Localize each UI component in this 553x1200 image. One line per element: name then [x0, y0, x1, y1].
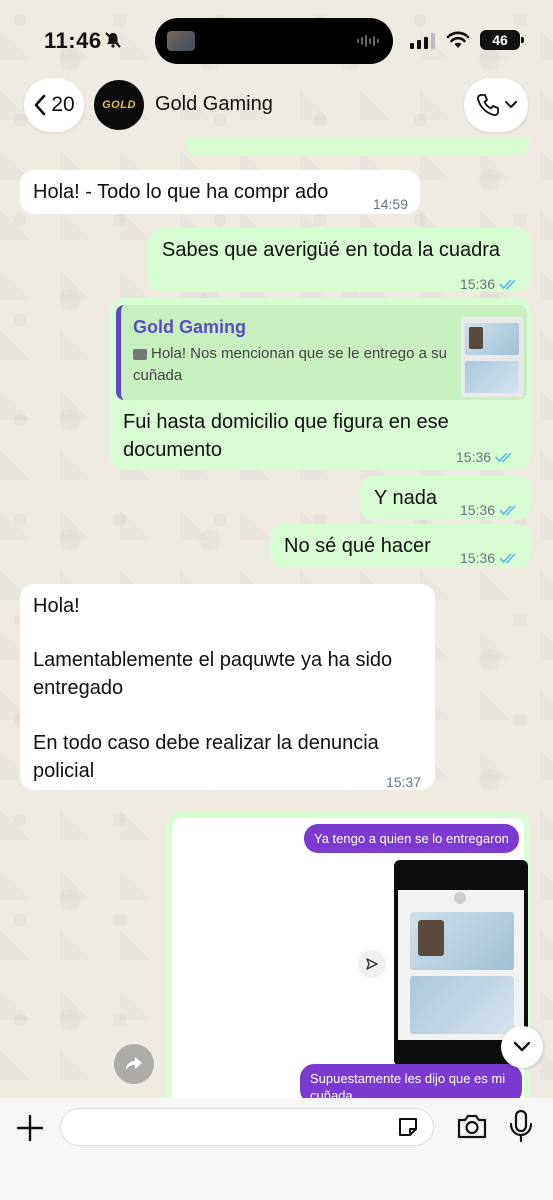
id-card-back	[410, 976, 514, 1034]
composer-bar	[0, 1098, 553, 1200]
quoted-image-thumbnail	[461, 317, 523, 397]
camera-icon	[133, 348, 147, 360]
message-time-text: 15:36	[459, 276, 495, 292]
message-line-4: En todo caso debe realizar la denuncia	[33, 732, 379, 754]
message-time-text: 15:36	[456, 449, 492, 465]
read-ticks-icon	[499, 505, 516, 516]
battery-indicator: 46	[480, 30, 524, 50]
contact-name[interactable]: Gold Gaming	[155, 93, 273, 116]
forward-arrow-icon	[126, 1057, 142, 1071]
message-line-2: Lamentablemente el paquwte ya ha sido	[33, 649, 393, 671]
cellular-signal-icon	[410, 33, 435, 49]
quoted-sender: Gold Gaming	[133, 317, 247, 337]
status-bar: 11:46 46	[0, 0, 553, 80]
message-text-line2: documento	[123, 439, 222, 461]
forward-button[interactable]	[114, 1044, 154, 1084]
read-ticks-icon	[495, 452, 512, 463]
plus-icon[interactable]	[14, 1112, 46, 1144]
send-icon	[358, 950, 386, 978]
message-text: Hola! - Todo lo que ha compr ado	[33, 181, 329, 203]
contact-avatar[interactable]: GOLD	[94, 80, 144, 130]
message-text-line1: Fui hasta domicilio que figura en ese	[123, 411, 449, 433]
message-text: Sabes que averigüé en toda la cuadra	[162, 239, 501, 261]
muted-bell-icon	[105, 32, 121, 48]
message-bubble-partial	[185, 138, 530, 156]
message-time-text: 15:36	[459, 502, 495, 518]
quoted-text: Hola! Nos mencionan que se le entrego a …	[133, 345, 448, 384]
message-input[interactable]	[60, 1108, 434, 1146]
camera-icon[interactable]	[456, 1112, 488, 1140]
read-ticks-icon	[499, 553, 516, 564]
image-message[interactable]: Ya tengo a quien se lo entregaron Supues…	[166, 812, 530, 1112]
message-time: 15:36	[460, 270, 519, 298]
message-time: 15:37	[385, 774, 421, 790]
now-playing-thumbnail	[167, 31, 195, 51]
message-time: 15:36	[456, 449, 515, 465]
dynamic-island	[155, 18, 393, 64]
unread-count: 20	[51, 93, 75, 116]
message-bubble-incoming[interactable]: Hola! Lamentablemente el paquwte ya ha s…	[20, 584, 435, 790]
message-bubble-incoming[interactable]: Hola! - Todo lo que ha compr ado 14:59	[20, 170, 420, 214]
chevron-down-icon	[513, 1041, 531, 1052]
screenshot-bubble: Ya tengo a quien se lo entregaron	[304, 824, 519, 853]
screenshot-bubble-line1: Supuestamente les dijo que es mi	[310, 1071, 506, 1086]
embedded-screenshot: Ya tengo a quien se lo entregaron Supues…	[172, 818, 528, 1112]
sticker-icon[interactable]	[396, 1115, 420, 1139]
message-time-text: 15:36	[459, 550, 495, 566]
avatar-logo-text: GOLD	[102, 99, 136, 111]
chevron-left-icon	[35, 94, 46, 116]
message-bubble-outgoing[interactable]: Y nada 15:36	[360, 476, 531, 520]
message-time: 14:59	[372, 196, 408, 212]
chevron-down-icon	[505, 101, 517, 109]
message-line-5: policial	[33, 760, 95, 782]
id-photo	[418, 920, 444, 956]
message-text: No sé qué hacer	[284, 535, 431, 557]
message-bubble-outgoing[interactable]: Sabes que averigüé en toda la cuadra 15:…	[148, 228, 531, 292]
audio-wave-icon	[357, 34, 379, 48]
wifi-icon	[446, 31, 470, 48]
message-bubble-outgoing[interactable]: No sé qué hacer 15:36	[270, 524, 531, 568]
quoted-message[interactable]: Gold Gaming Hola! Nos mencionan que se l…	[116, 305, 527, 400]
id-card-front	[410, 912, 514, 970]
scroll-to-bottom-button[interactable]	[501, 1026, 543, 1068]
microphone-icon[interactable]	[508, 1109, 534, 1143]
back-button[interactable]: 20	[24, 78, 84, 132]
read-ticks-icon	[499, 279, 516, 290]
message-time: 15:36	[460, 544, 519, 572]
message-text: Y nada	[374, 487, 438, 509]
phone-icon	[477, 94, 499, 116]
status-time: 11:46	[44, 28, 102, 53]
message-time: 15:36	[460, 496, 519, 524]
quoted-text-wrapper: Hola! Nos mencionan que se le entrego a …	[133, 343, 453, 387]
call-button[interactable]	[464, 78, 528, 132]
message-line-1: Hola!	[33, 595, 80, 617]
message-line-3: entregado	[33, 677, 124, 699]
id-image-area	[398, 890, 524, 1040]
